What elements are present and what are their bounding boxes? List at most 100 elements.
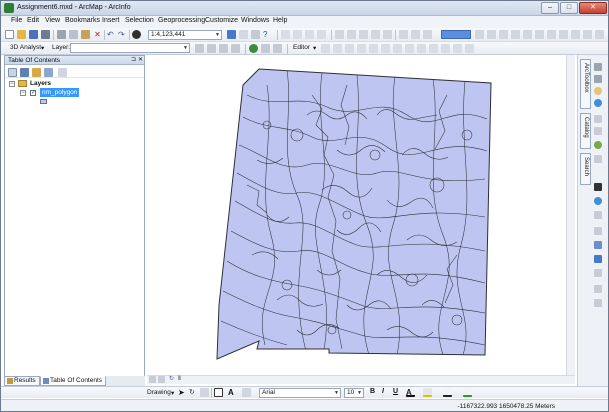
rotate-icon[interactable]: ↻ [189,388,198,397]
edit-tool-icon[interactable] [381,44,390,53]
tool-icon[interactable] [511,30,520,39]
list-by-source-icon[interactable] [20,68,29,77]
bold-button[interactable]: B [370,388,375,395]
font-color-icon[interactable]: A [406,388,415,397]
add-data-icon[interactable] [132,30,141,39]
identify-icon[interactable] [594,197,602,205]
collapse-icon[interactable]: − [20,90,26,96]
tool-icon[interactable] [273,44,282,53]
zoom-out-icon[interactable] [594,75,602,83]
map-canvas[interactable] [147,55,575,375]
catalog-icon[interactable] [251,30,260,39]
whats-this-icon[interactable]: ? [263,30,272,39]
list-by-drawing-order-icon[interactable] [8,68,17,77]
time-slider-icon[interactable] [594,269,602,277]
tool-icon[interactable] [195,44,204,53]
edit-tool-icon[interactable] [465,44,474,53]
edit-tool-icon[interactable] [429,44,438,53]
tab-table-of-contents[interactable]: Table Of Contents [40,376,106,386]
select-elements-icon[interactable]: ➤ [178,388,187,397]
zoom-whole-page-icon[interactable] [200,388,209,397]
tool-icon[interactable] [207,44,216,53]
find-icon[interactable] [594,211,602,219]
tool-icon[interactable] [281,30,290,39]
new-document-icon[interactable] [5,30,14,39]
undo-icon[interactable]: ↶ [107,30,116,39]
menu-file[interactable]: File [11,17,22,24]
tool-icon[interactable] [305,30,314,39]
3d-analyst-dropdown[interactable]: 3D Analyst [10,44,41,51]
copy-icon[interactable] [69,30,78,39]
cut-icon[interactable] [57,30,66,39]
fixed-zoom-icon[interactable] [594,115,602,123]
tool-icon[interactable] [594,285,602,293]
fill-color-icon[interactable] [423,388,432,397]
table-of-contents-icon[interactable] [239,30,248,39]
tool-icon[interactable] [595,30,604,39]
tool-icon[interactable] [293,30,302,39]
menu-view[interactable]: View [45,17,60,24]
edit-vertices-icon[interactable] [242,388,251,397]
save-icon[interactable] [29,30,38,39]
tool-icon[interactable] [411,30,420,39]
menu-customize[interactable]: Customize [205,17,238,24]
font-combo[interactable]: Arial ▼ [259,388,341,398]
text-icon[interactable]: A [228,388,237,397]
line-color-icon[interactable] [443,388,452,397]
tool-icon[interactable] [219,44,228,53]
edit-tool-icon[interactable] [369,44,378,53]
tool-icon[interactable] [547,30,556,39]
tool-icon[interactable] [231,44,240,53]
refresh-icon[interactable]: ↻ [169,376,176,383]
rectangle-icon[interactable] [214,388,223,397]
polygon-symbol-patch[interactable] [40,99,47,104]
tool-icon[interactable] [583,30,592,39]
list-by-visibility-icon[interactable] [32,68,41,77]
map-horizontal-scrollbar[interactable]: ↻ Ⅱ [147,375,575,384]
tool-icon[interactable] [475,30,484,39]
tab-arctoolbox[interactable]: ArcToolbox [580,59,591,109]
advanced-editing-icon[interactable] [371,30,380,39]
list-by-selection-icon[interactable] [44,68,53,77]
edit-tool-icon[interactable] [357,44,366,53]
tool-icon[interactable] [261,44,270,53]
menu-geoprocessing[interactable]: Geoprocessing [158,17,205,24]
layout-view-icon[interactable] [158,376,165,383]
forward-extent-icon[interactable] [594,155,602,163]
layer-name-selected[interactable]: nm_polygon [40,88,80,97]
redo-icon[interactable]: ↷ [118,30,127,39]
layer-visibility-checkbox[interactable]: ✓ [30,90,36,96]
map-display[interactable] [147,55,575,375]
layer-combo[interactable]: ▼ [70,43,190,53]
tool-icon[interactable] [317,30,326,39]
options-icon[interactable] [58,68,67,77]
collapse-icon[interactable]: − [9,81,15,87]
advanced-editing-icon[interactable] [359,30,368,39]
print-icon[interactable] [41,30,50,39]
editor-toolbar-icon[interactable] [227,30,236,39]
pan-icon[interactable] [594,87,602,95]
editor-dropdown[interactable]: Editor [293,44,310,51]
edit-tool-icon[interactable] [441,44,450,53]
tool-icon[interactable] [594,299,602,307]
delete-icon[interactable]: ✕ [93,30,102,39]
edit-tool-icon[interactable] [321,44,330,53]
menu-bookmarks[interactable]: Bookmarks [65,17,100,24]
zoom-in-icon[interactable] [594,63,602,71]
menu-windows[interactable]: Windows [241,17,269,24]
tab-search[interactable]: Search [580,153,591,185]
paste-icon[interactable] [81,30,90,39]
pause-drawing-icon[interactable]: Ⅱ [178,376,185,383]
hyperlink-icon[interactable] [594,241,602,249]
minimize-button[interactable]: – [541,2,559,14]
tool-icon[interactable] [399,30,408,39]
tool-icon[interactable] [559,30,568,39]
edit-tool-icon[interactable] [333,44,342,53]
menu-selection[interactable]: Selection [125,17,154,24]
back-extent-icon[interactable] [594,141,602,149]
map-vertical-scrollbar[interactable] [566,55,575,375]
underline-button[interactable]: U [393,388,398,395]
tool-icon[interactable] [535,30,544,39]
tool-icon[interactable] [571,30,580,39]
italic-button[interactable]: I [382,388,384,395]
